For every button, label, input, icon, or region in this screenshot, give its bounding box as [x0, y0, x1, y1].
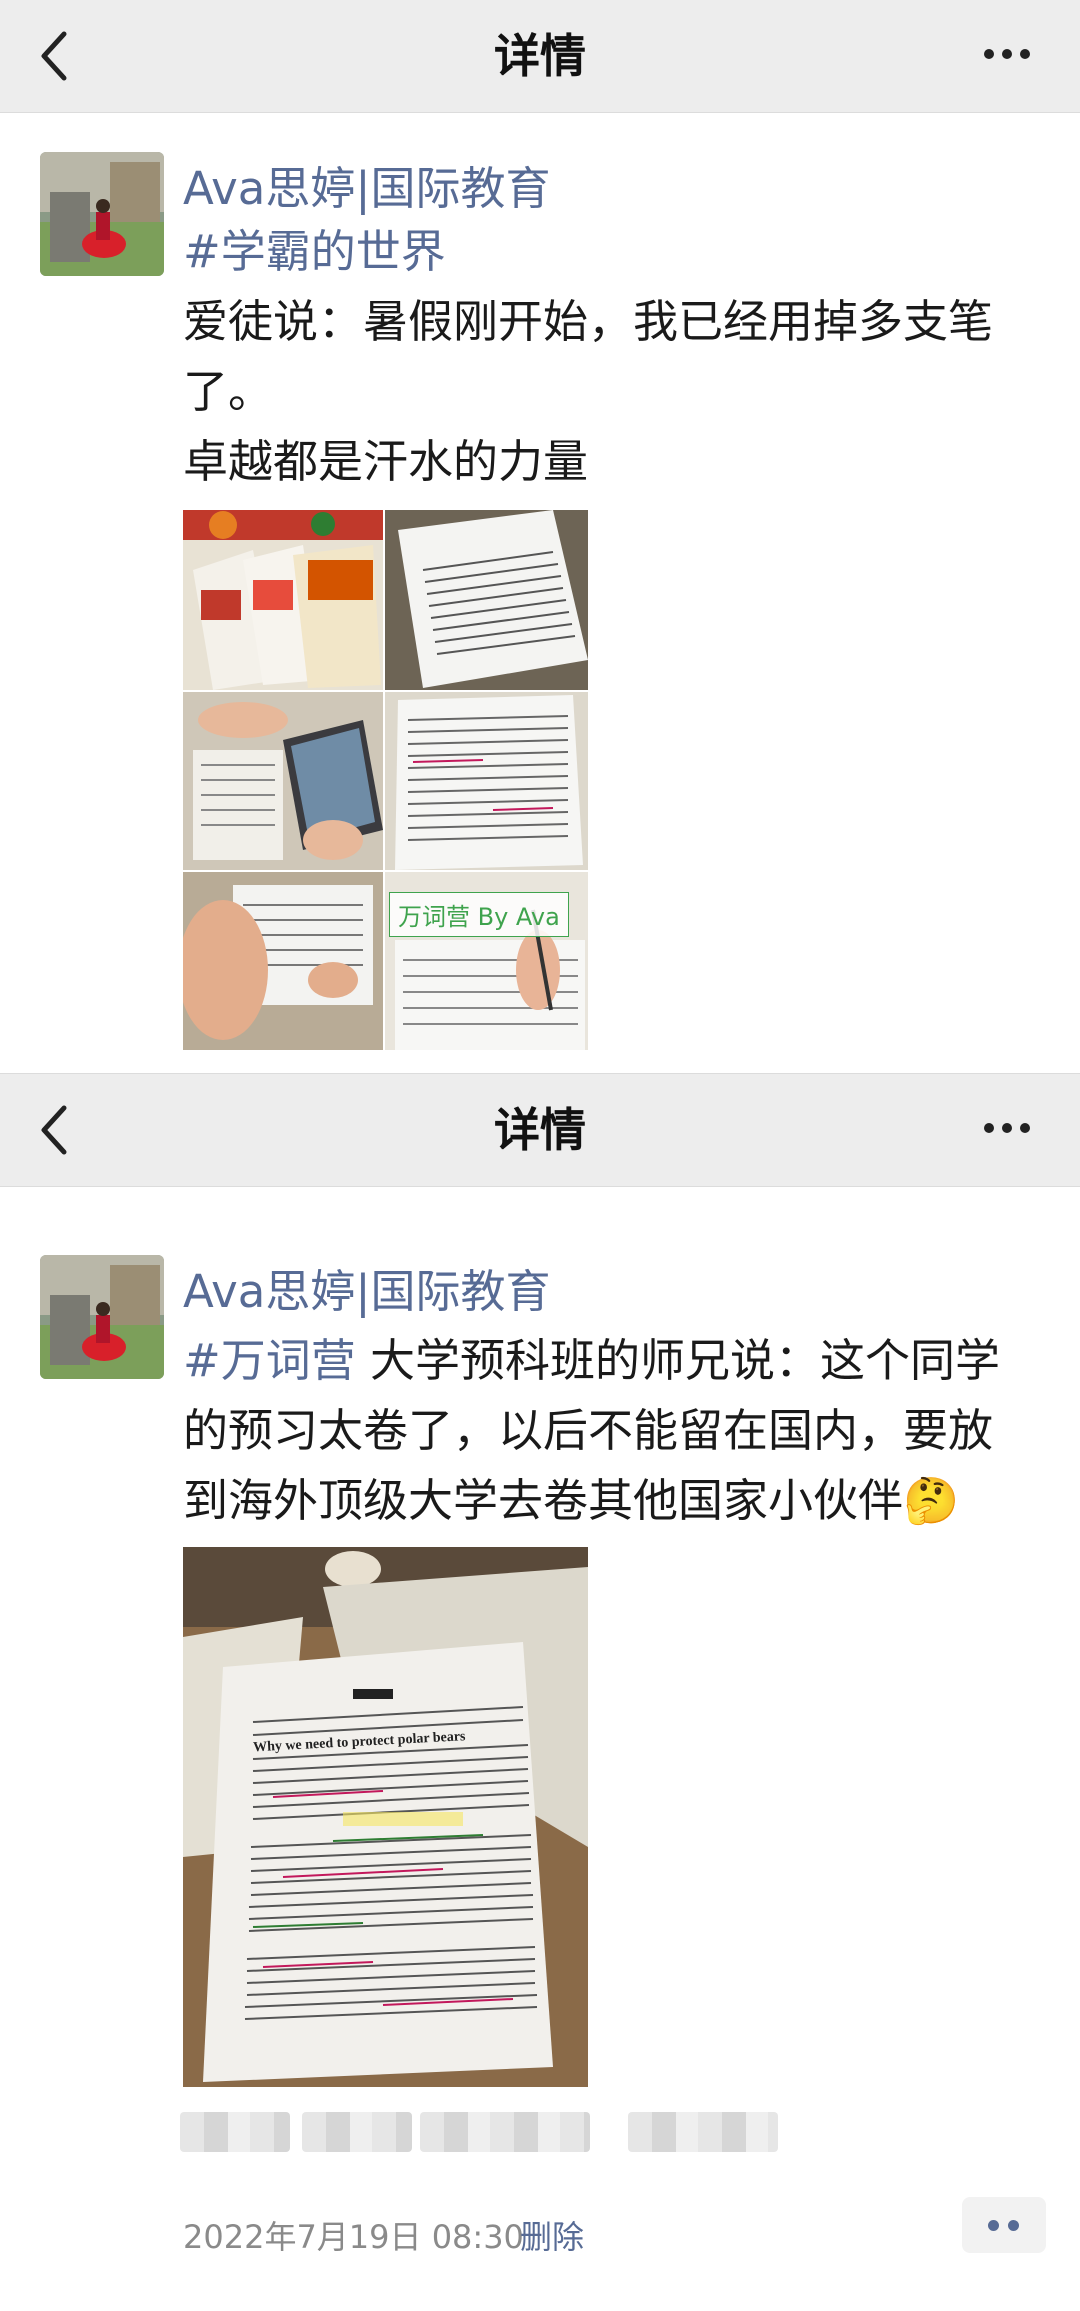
thinking-emoji: 🤔 [903, 1474, 960, 1527]
more-dots-icon[interactable] [980, 1118, 1036, 1138]
top-navbar: 详情 [0, 0, 1080, 113]
delete-link[interactable]: 删除 [520, 2212, 584, 2258]
hashtag-link[interactable]: #万词营 [183, 1334, 356, 1387]
blurred-block [302, 2112, 412, 2152]
blurred-block [180, 2112, 290, 2152]
avatar[interactable] [40, 152, 164, 276]
top-navbar: 详情 [0, 1073, 1080, 1187]
page-title: 详情 [494, 1103, 586, 1157]
blurred-block [628, 2112, 778, 2152]
post-text-segment: 大学预科班的师兄说：这个同学 [355, 1334, 1001, 1387]
comment-dots-icon[interactable] [962, 2197, 1046, 2253]
hashtag-link[interactable]: #学霸的世界 [183, 217, 1043, 287]
blurred-block [420, 2112, 590, 2152]
post-content: #万词营 大学预科班的师兄说：这个同学 的预习太卷了，以后不能留在国内，要放 到… [183, 1326, 1043, 1536]
post-author-name[interactable]: Ava思婷|国际教育 [183, 1255, 551, 1320]
post-photo[interactable]: Why we need to protect polar bears [183, 1547, 588, 2087]
post-text-segment: 到海外顶级大学去卷其他国家小伙伴 [183, 1474, 904, 1527]
photo-collage[interactable]: 万词营 By Ava [183, 510, 588, 1050]
post-text-line: 了。 [183, 365, 274, 418]
more-dots-icon[interactable] [980, 44, 1036, 64]
post-content: #学霸的世界 爱徒说：暑假刚开始，我已经用掉多支笔 了。 卓越都是汗水的力量 [183, 217, 1043, 497]
avatar[interactable] [40, 1255, 164, 1379]
post-author-name[interactable]: Ava思婷|国际教育 [183, 152, 551, 217]
post-text-line: 爱徒说：暑假刚开始，我已经用掉多支笔 [183, 295, 994, 348]
photo-watermark: 万词营 By Ava [389, 892, 569, 937]
post-text-line: 卓越都是汗水的力量 [183, 435, 589, 488]
post-timestamp: 2022年7月19日 08:30 [183, 2218, 524, 2256]
page-title: 详情 [494, 29, 586, 83]
post-text-line: 到海外顶级大学去卷其他国家小伙伴🤔 [183, 1466, 1043, 1536]
post-text-line: 的预习太卷了，以后不能留在国内，要放 [183, 1404, 994, 1457]
post-text-line: #万词营 大学预科班的师兄说：这个同学 [183, 1326, 1043, 1396]
